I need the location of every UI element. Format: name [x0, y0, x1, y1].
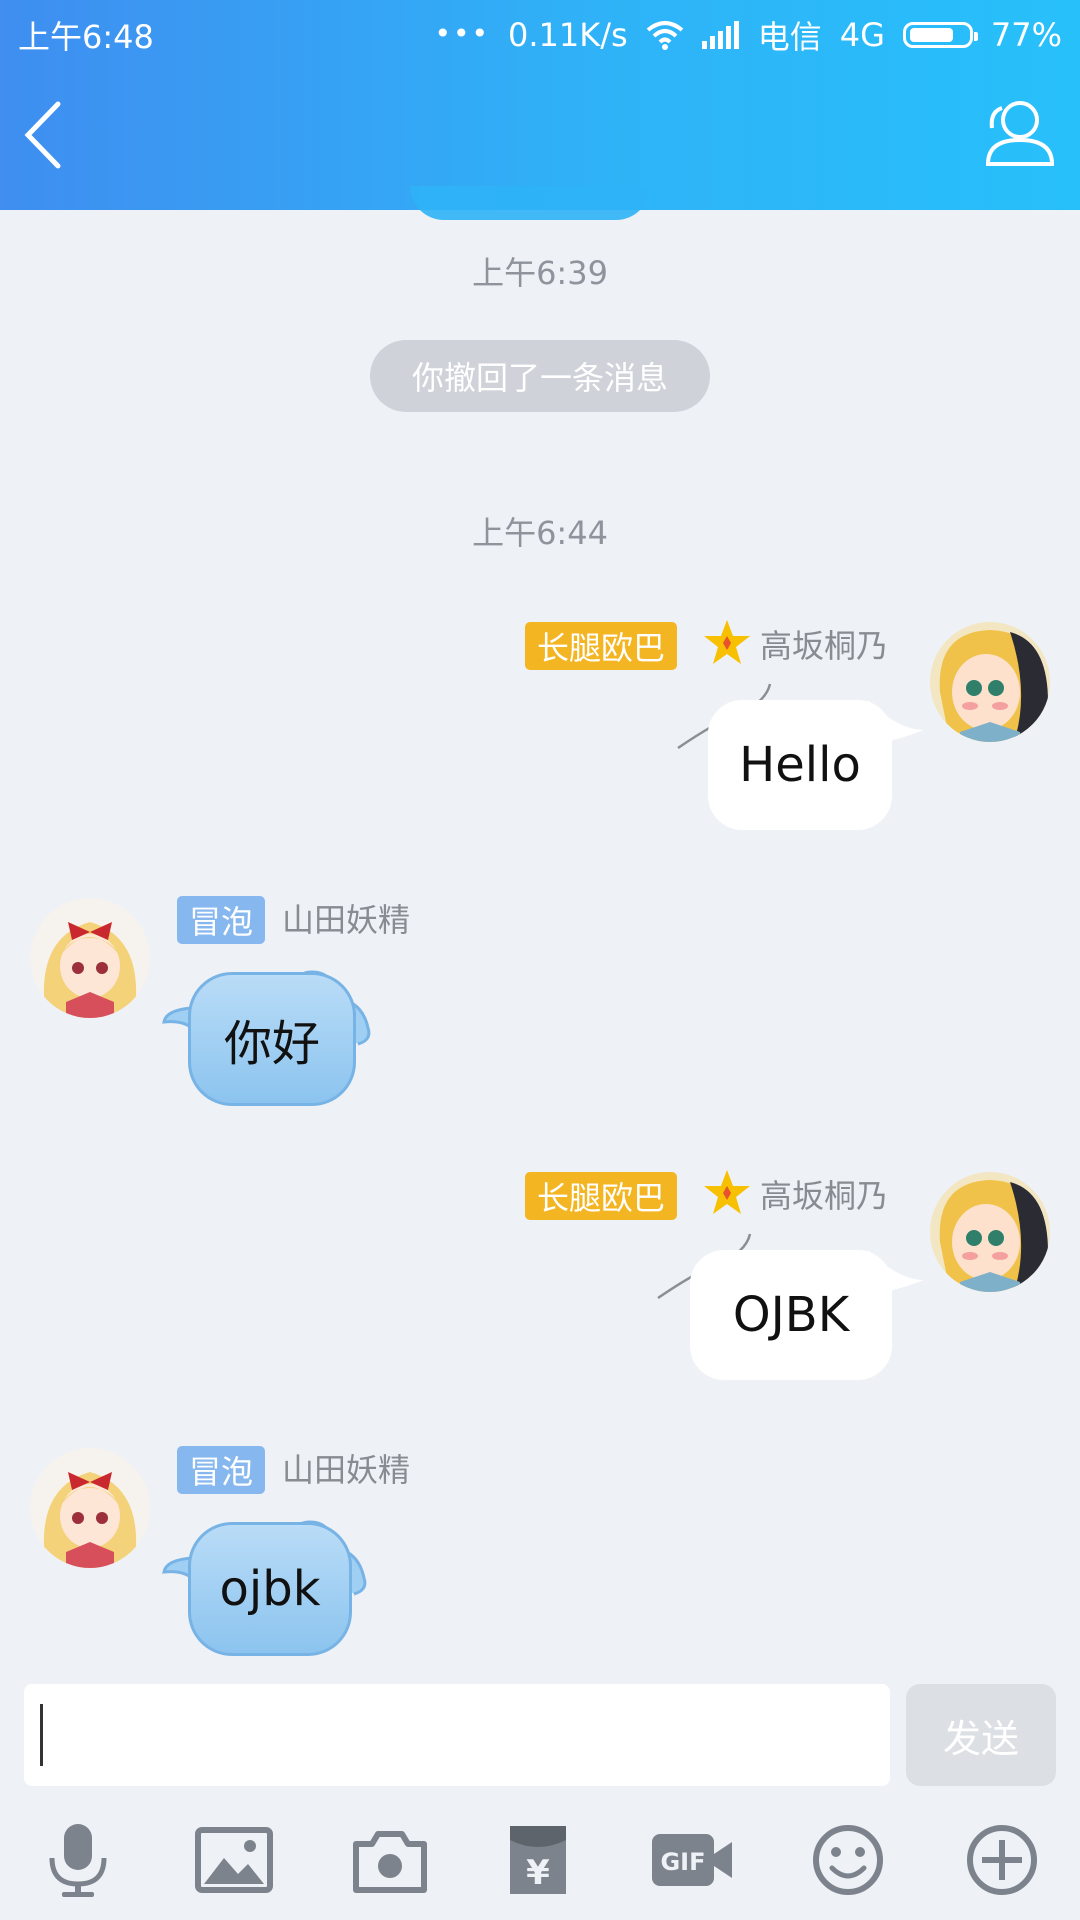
battery-icon [902, 22, 978, 48]
signal-icon [701, 21, 739, 49]
network-type: 4G [839, 16, 885, 54]
message-bubble[interactable]: ojbk [188, 1522, 352, 1656]
header-bar: 上午6:48 ••• 0.11K/s 电信 4G 77% [0, 0, 1080, 220]
network-speed: 0.11K/s [508, 16, 628, 54]
emoji-icon[interactable] [808, 1820, 888, 1900]
battery-fill [909, 28, 953, 42]
gif-icon[interactable]: GIF [650, 1820, 734, 1900]
avatar[interactable] [930, 1172, 1050, 1292]
camera-icon[interactable] [350, 1820, 430, 1900]
back-icon[interactable] [18, 98, 78, 172]
message-input[interactable] [24, 1684, 890, 1786]
title-tag: 冒泡 [177, 1446, 266, 1494]
status-bar: 上午6:48 ••• 0.11K/s 电信 4G 77% [0, 0, 1080, 60]
header-blur [410, 186, 650, 220]
image-icon[interactable] [194, 1820, 274, 1900]
carrier-label: 电信 [757, 18, 822, 56]
message-bubble[interactable]: Hello [708, 700, 892, 830]
sender-name: 高坂桐乃 [760, 1177, 889, 1215]
title-tag: 冒泡 [177, 896, 266, 944]
avatar[interactable] [930, 622, 1050, 742]
message-bubble[interactable]: 你好 [188, 972, 356, 1106]
svg-text:¥: ¥ [526, 1853, 550, 1893]
status-right: ••• 0.11K/s 电信 4G 77% [434, 12, 1062, 58]
sender-name: 高坂桐乃 [760, 627, 889, 665]
star-badge-icon [704, 620, 750, 664]
avatar[interactable] [30, 898, 150, 1018]
sender-name: 山田妖精 [282, 1451, 411, 1489]
svg-text:GIF: GIF [660, 1848, 705, 1876]
recall-notice: 你撤回了一条消息 [370, 340, 710, 412]
text-caret [40, 1704, 43, 1766]
avatar[interactable] [30, 1448, 150, 1568]
message-bubble[interactable]: OJBK [690, 1250, 892, 1380]
microphone-icon[interactable] [38, 1820, 118, 1900]
send-button[interactable]: 发送 [906, 1684, 1056, 1786]
red-packet-icon[interactable]: ¥ [498, 1820, 578, 1900]
timestamp: 上午6:44 [472, 514, 608, 552]
battery-percent: 77% [990, 16, 1062, 54]
title-tag: 长腿欧巴 [525, 1172, 678, 1220]
plus-icon[interactable] [962, 1820, 1042, 1900]
title-tag: 长腿欧巴 [525, 622, 678, 670]
wifi-icon [646, 21, 683, 50]
sender-name: 山田妖精 [282, 901, 411, 939]
timestamp: 上午6:39 [472, 254, 608, 292]
group-profile-icon[interactable] [980, 98, 1056, 168]
star-badge-icon [704, 1170, 750, 1214]
status-time: 上午6:48 [18, 18, 154, 56]
more-dots: ••• [434, 16, 491, 50]
